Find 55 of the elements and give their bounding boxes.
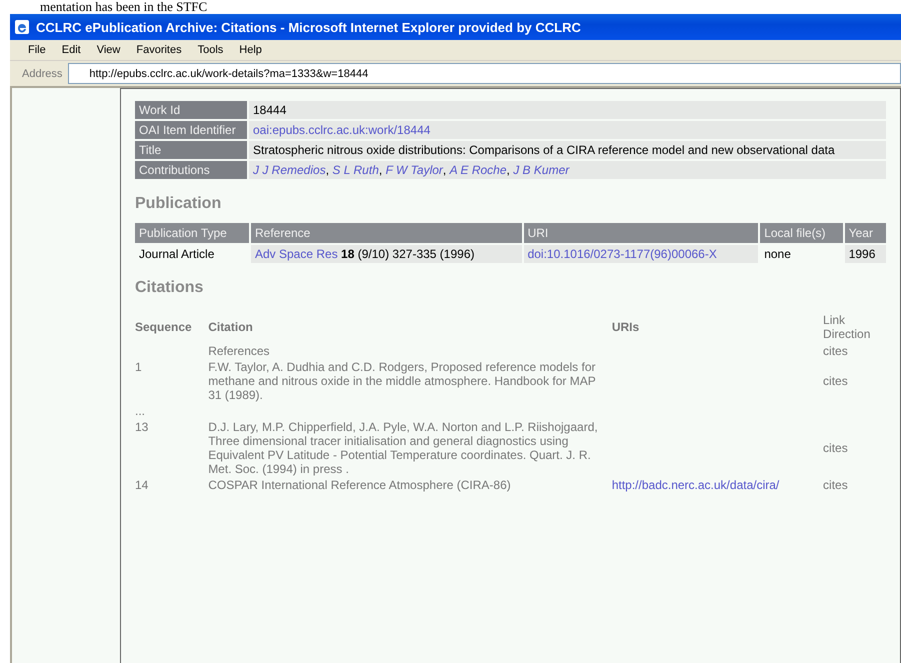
link-direction: cites <box>823 478 848 492</box>
table-cell-text: none <box>763 246 792 263</box>
field-label: OAI Item Identifier <box>135 121 247 139</box>
field-label: Title <box>135 141 247 159</box>
menu-item[interactable]: View <box>90 44 126 56</box>
link-direction: cites <box>823 374 848 388</box>
separator: , <box>506 163 511 177</box>
column-header: Reference <box>250 223 522 243</box>
field-value: Stratospheric nitrous oxide distributions: Comparisons of a CIRA reference model and new observational data <box>249 141 886 159</box>
window-title: CCLRC ePublication Archive: Citations - Microsoft Internet Explorer provided by CCLRC <box>36 20 581 34</box>
author-link[interactable]: S L Ruth <box>332 163 379 177</box>
citation-text: References <box>208 344 270 358</box>
citation-text: COSPAR International Reference Atmosphere (CIRA-86) <box>208 478 511 492</box>
column-header: Year <box>844 223 886 243</box>
sequence-number: 13 <box>135 420 148 434</box>
column-header: Citation <box>207 319 254 336</box>
sequence-number: 1 <box>135 360 142 374</box>
column-header: Publication Type <box>135 223 249 243</box>
menu-item[interactable]: Edit <box>56 44 87 56</box>
table-cell: 1996 <box>844 245 886 263</box>
sequence-number: ... <box>135 404 146 418</box>
citation-text: D.J. Lary, M.P. Chipperfield, J.A. Pyle, W.A. Norton and L.P. Riishojgaard, Three dimensional tracer initialisation and general diagnostics using Equivalent PV Latitude - Potential Temperature coordinates. Quart. J. R. Met. Soc. (1994) in press . <box>208 420 598 476</box>
document-text: mentation has been in the STFC <box>40 0 208 14</box>
author-link[interactable]: F W Taylor <box>386 163 443 177</box>
link-direction: cites <box>823 441 848 455</box>
column-header: Local file(s) <box>760 223 843 243</box>
column-header: Sequence <box>134 319 193 336</box>
section-heading: Publication <box>135 195 222 213</box>
field-label: Contributions <box>135 161 247 179</box>
column-header: URIs <box>610 319 640 336</box>
table-cell-text: Journal Article <box>138 246 216 263</box>
section-heading: Citations <box>135 279 204 297</box>
author-link[interactable]: A E Roche <box>450 163 507 177</box>
author-link[interactable]: J J Remedios <box>253 163 326 177</box>
sequence-number: 14 <box>135 478 148 492</box>
menu-item[interactable]: Help <box>233 44 268 56</box>
address-field[interactable]: http://epubs.cclrc.ac.uk/work-details?ma=1333&w=18444 <box>68 63 901 84</box>
menu-item[interactable]: Favorites <box>130 44 188 56</box>
browser-icon <box>14 19 30 35</box>
column-header: URI <box>524 223 758 243</box>
field-value: 18444 <box>249 101 886 119</box>
menu-item[interactable]: File <box>22 44 52 56</box>
uri-link[interactable]: http://badc.nerc.ac.uk/data/cira/ <box>612 478 780 492</box>
link-direction: cites <box>823 344 848 358</box>
field-label: Work Id <box>135 101 247 119</box>
identifier-link[interactable]: oai:epubs.cclrc.ac.uk:work/18444 <box>253 123 430 137</box>
reference-text: 18 (9/10) 327-335 (1996) <box>341 247 474 261</box>
author-link[interactable]: J B Kumer <box>513 163 570 177</box>
journal-link[interactable]: Adv Space Res <box>254 247 338 261</box>
separator: , <box>378 163 384 177</box>
citation-text: F.W. Taylor, A. Dudhia and C.D. Rodgers, Proposed reference models for methane and nitrous oxide in the middle atmosphere. Handbook for MAP 31 (1989). <box>208 360 596 402</box>
address-label: Address <box>22 68 62 80</box>
separator: , <box>442 163 448 177</box>
separator: , <box>326 163 330 177</box>
menu-item[interactable]: Tools <box>192 44 230 56</box>
